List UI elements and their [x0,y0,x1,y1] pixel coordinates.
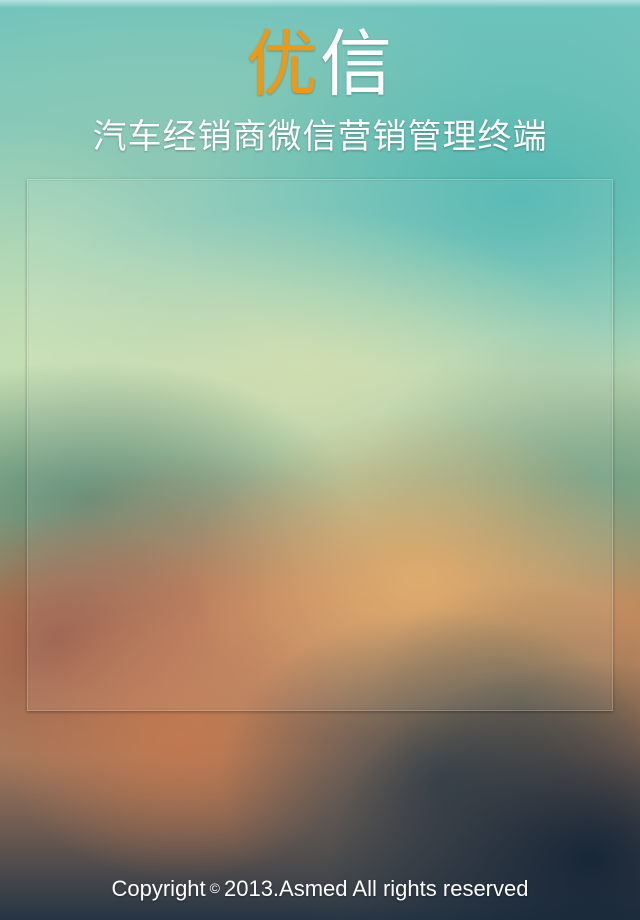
app-logo: 优信 [0,22,640,106]
logo-char-1: 优 [245,22,320,106]
content-panel [27,179,613,711]
splash-screen: 优信 汽车经销商微信营销管理终端 Copyright © 2013.Asmed Al… [0,0,640,920]
copyright-word: Copyright [111,876,206,901]
copyright-footer: Copyright © 2013.Asmed All rights reserved [0,872,640,905]
status-bar-glow [0,0,640,8]
copyright-text: 2013.Asmed All rights reserved [223,876,529,901]
logo-char-2: 信 [320,22,395,106]
copyright-symbol: © [209,880,220,896]
app-subtitle: 汽车经销商微信营销管理终端 [92,117,548,157]
